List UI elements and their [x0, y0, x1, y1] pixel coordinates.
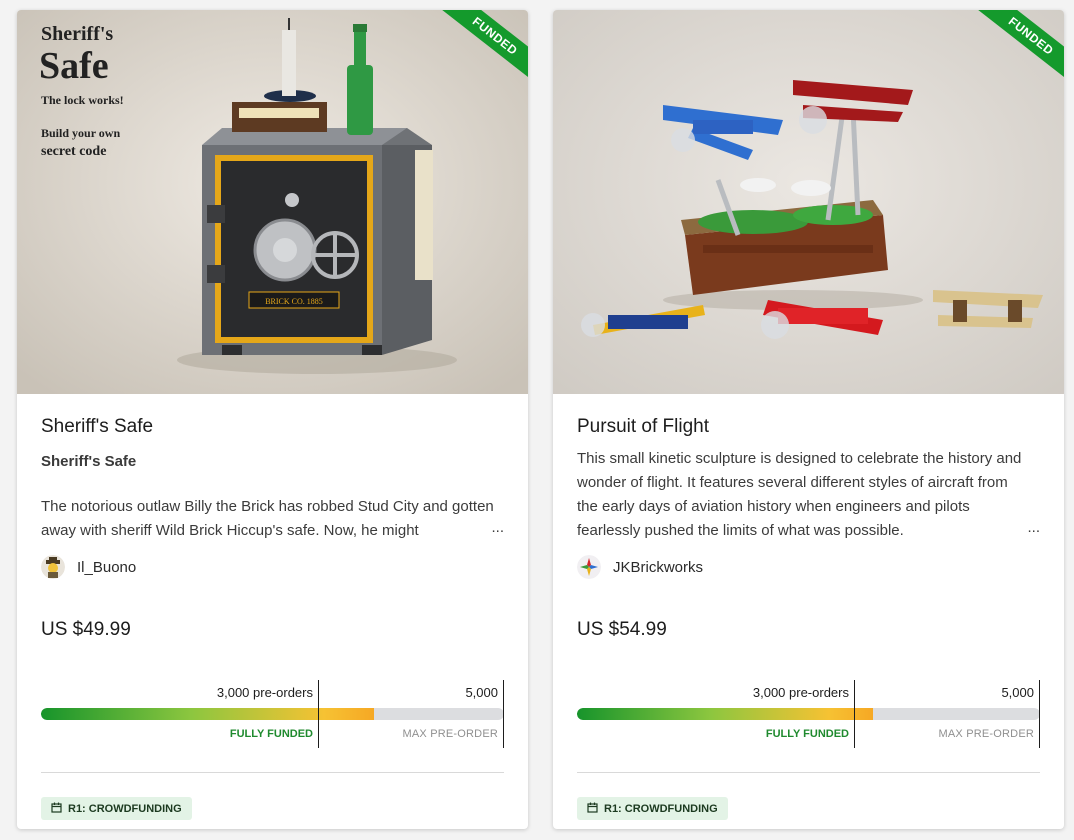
calendar-icon [587, 802, 598, 816]
max-status: MAX PRE-ORDER [402, 728, 498, 740]
price: US $49.99 [41, 619, 131, 640]
funded-marker-label: 3,000 pre-orders [216, 685, 313, 700]
phase-badge: R1: CROWDFUNDING [41, 797, 192, 820]
project-title[interactable]: Pursuit of Flight [577, 416, 709, 438]
project-title[interactable]: Sheriff's Safe [41, 416, 153, 438]
calendar-icon [51, 802, 62, 816]
avatar [41, 555, 65, 579]
image-line5: secret code [41, 144, 106, 159]
progress-fill [577, 708, 874, 720]
max-label: 5,000 [465, 685, 498, 700]
max-marker [1039, 680, 1040, 748]
funded-ribbon: FUNDED [418, 10, 528, 120]
plaque-text: BRICK CO. 1885 [265, 297, 323, 306]
funding-progress: 3,000 pre-orders FULLY FUNDED 5,000 MAX … [41, 680, 504, 748]
project-subtitle: Sheriff's Safe [41, 453, 137, 470]
creator-link[interactable]: Il_Buono [41, 555, 136, 579]
funded-ribbon-label: FUNDED [436, 10, 528, 86]
funded-status: FULLY FUNDED [229, 728, 313, 740]
max-status: MAX PRE-ORDER [938, 728, 1034, 740]
project-description: This small kinetic sculpture is designed… [577, 450, 1022, 539]
project-description: The notorious outlaw Billy the Brick has… [41, 498, 494, 539]
project-card-sheriffs-safe[interactable]: BRICK CO. 1885 Sheriff's Safe The lock w… [17, 10, 528, 829]
phase-badge-label: R1: CROWDFUNDING [68, 802, 182, 815]
funded-marker [854, 680, 855, 748]
project-image-sheriffs-safe[interactable]: BRICK CO. 1885 Sheriff's Safe The lock w… [17, 10, 528, 394]
progress-track [577, 708, 1040, 720]
project-image-pursuit-of-flight[interactable]: FUNDED [553, 10, 1064, 394]
description-ellipsis: ... [483, 519, 504, 536]
creator-name: Il_Buono [77, 558, 137, 576]
progress-track [41, 708, 504, 720]
funded-ribbon-label: FUNDED [972, 10, 1064, 86]
funded-status: FULLY FUNDED [765, 728, 849, 740]
divider [41, 772, 504, 773]
creator-name: JKBrickworks [613, 558, 704, 576]
description-ellipsis: ... [1019, 519, 1040, 536]
creator-link[interactable]: JKBrickworks [577, 555, 703, 579]
divider [577, 772, 1040, 773]
max-label: 5,000 [1001, 685, 1034, 700]
funded-marker-label: 3,000 pre-orders [752, 685, 849, 700]
image-title-line2: Safe [39, 45, 109, 87]
price: US $54.99 [577, 619, 667, 640]
avatar [577, 555, 601, 579]
max-marker [503, 680, 504, 748]
image-line4: Build your own [41, 126, 120, 140]
project-card-pursuit-of-flight[interactable]: FUNDED Pursuit of Flight This small kine… [553, 10, 1064, 829]
progress-fill [41, 708, 375, 720]
funding-progress: 3,000 pre-orders FULLY FUNDED 5,000 MAX … [577, 680, 1040, 748]
funded-marker [318, 680, 319, 748]
image-title-line1: Sheriff's [41, 23, 113, 45]
funded-ribbon: FUNDED [954, 10, 1064, 120]
phase-badge: R1: CROWDFUNDING [577, 797, 728, 820]
phase-badge-label: R1: CROWDFUNDING [604, 802, 718, 815]
image-tagline: The lock works! [41, 93, 124, 107]
